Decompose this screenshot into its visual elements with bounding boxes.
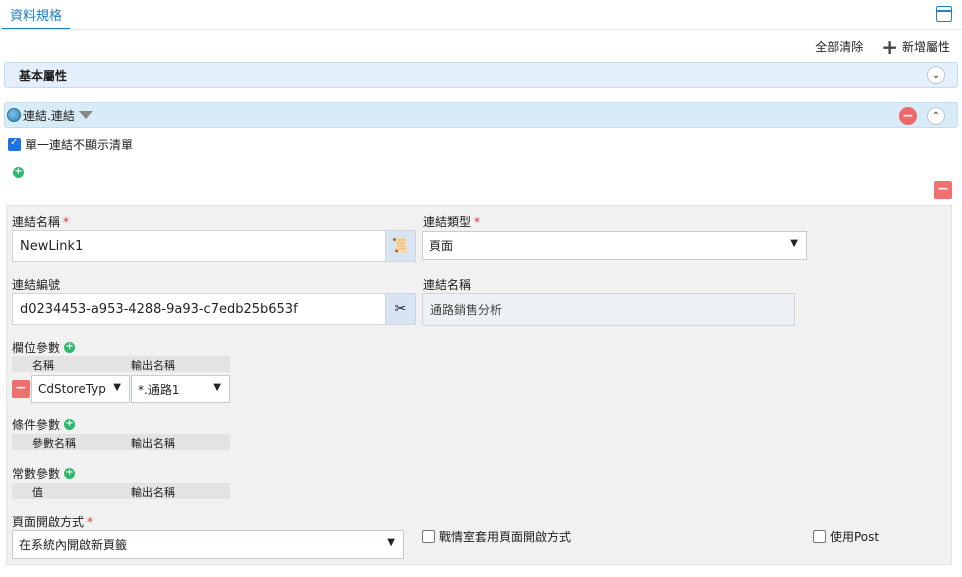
link-type-select[interactable]: 頁面 ▼ <box>422 231 807 260</box>
field-param-output-select[interactable]: *.通路1 ▼ <box>131 375 230 403</box>
add-link-icon[interactable]: + <box>13 167 24 178</box>
field-param-name-select[interactable]: CdStoreTyp ▼ <box>31 375 130 403</box>
caret-down-icon: ▼ <box>790 238 798 249</box>
link-name-value: NewLink1 <box>20 238 84 254</box>
constant-params-label: 常數參數 <box>12 467 61 481</box>
use-post-checkbox[interactable] <box>813 530 826 543</box>
use-post-option[interactable]: 使用Post <box>813 528 879 545</box>
remove-field-param-button[interactable]: − <box>12 380 30 398</box>
condition-params-col-output: 輸出名稱 <box>131 437 175 450</box>
field-params-col-name: 名稱 <box>32 359 54 372</box>
globe-icon <box>7 108 21 122</box>
chevron-up-icon[interactable]: ⌃ <box>927 107 945 125</box>
link-name-input[interactable]: NewLink1 📜 <box>12 230 416 262</box>
toolbar: 全部清除 + 新增屬性 <box>815 34 950 59</box>
add-property-label: 新增屬性 <box>901 40 950 54</box>
clear-all-label: 全部清除 <box>815 40 864 54</box>
war-room-label: 戰情室套用頁面開啟方式 <box>439 530 572 544</box>
single-link-label: 單一連結不顯示清單 <box>25 138 134 152</box>
plus-icon: + <box>881 34 898 59</box>
caret-down-icon: ▼ <box>387 537 395 548</box>
remove-link-button[interactable]: − <box>934 181 952 199</box>
single-link-option[interactable]: 單一連結不顯示清單 <box>8 136 133 153</box>
link-id-label: 連結編號 <box>12 278 61 292</box>
caret-down-icon: ▼ <box>213 382 221 393</box>
section-basic-title: 基本屬性 <box>19 68 68 83</box>
caret-down-icon: ▼ <box>113 382 121 393</box>
link-name-display-value: 通路銷售分析 <box>430 303 503 317</box>
condition-params-label-wrap: 條件參數 + <box>12 416 76 433</box>
link-name-display-label: 連結名稱 <box>423 278 472 292</box>
use-post-label: 使用Post <box>830 530 880 544</box>
section-basic-properties[interactable]: 基本屬性 ⌄ <box>4 62 958 88</box>
link-id-value: d0234453-a953-4288-9a93-c7edb25b653f <box>20 301 298 317</box>
field-params-header: 名稱 輸出名稱 <box>12 356 230 372</box>
constant-params-col-value: 值 <box>32 486 43 499</box>
add-constant-param-icon[interactable]: + <box>64 468 76 479</box>
dropdown-triangle-icon[interactable] <box>78 111 93 119</box>
condition-params-col-param: 參數名稱 <box>32 437 76 450</box>
add-property-button[interactable]: + 新增屬性 <box>881 34 950 59</box>
add-field-param-icon[interactable]: + <box>64 342 76 353</box>
clear-all-button[interactable]: 全部清除 <box>815 38 863 55</box>
tools-icon[interactable]: ✂ <box>385 294 415 324</box>
field-params-col-output: 輸出名稱 <box>131 359 175 372</box>
condition-params-header: 參數名稱 輸出名稱 <box>12 434 230 450</box>
condition-params-label: 條件參數 <box>12 418 61 432</box>
constant-params-label-wrap: 常數參數 + <box>12 465 76 482</box>
script-icon[interactable]: 📜 <box>385 231 415 261</box>
link-name-display-field: 通路銷售分析 <box>422 293 795 326</box>
field-params-label: 欄位參數 <box>12 341 61 355</box>
window-icon[interactable] <box>936 6 952 22</box>
page-open-mode-label: 頁面開啟方式 * <box>12 515 94 529</box>
tab-divider <box>0 29 962 30</box>
section-link[interactable]: 連結.連結 − ⌃ <box>4 102 958 128</box>
field-params-label-wrap: 欄位參數 + <box>12 339 76 356</box>
constant-params-header: 值 輸出名稱 <box>12 483 230 499</box>
link-type-value: 頁面 <box>429 239 454 253</box>
chevron-down-icon[interactable]: ⌄ <box>927 66 945 84</box>
page-open-mode-select[interactable]: 在系統內開啟新頁籤 ▼ <box>12 530 404 559</box>
constant-params-col-output: 輸出名稱 <box>131 486 175 499</box>
link-name-label: 連結名稱 * <box>12 215 70 229</box>
link-type-label: 連結類型 * <box>423 215 481 229</box>
add-condition-param-icon[interactable]: + <box>64 419 76 430</box>
field-param-output-value: *.通路1 <box>138 382 180 397</box>
field-param-name-value: CdStoreTyp <box>38 382 106 396</box>
page-open-mode-value: 在系統內開啟新頁籤 <box>19 538 128 552</box>
section-link-title-wrap: 連結.連結 <box>7 107 93 124</box>
section-link-title: 連結.連結 <box>23 108 75 123</box>
tab-data-spec[interactable]: 資料規格 <box>2 0 71 30</box>
single-link-checkbox[interactable] <box>8 137 21 151</box>
war-room-option[interactable]: 戰情室套用頁面開啟方式 <box>422 528 571 545</box>
link-id-input[interactable]: d0234453-a953-4288-9a93-c7edb25b653f ✂ <box>12 293 416 325</box>
remove-section-button[interactable]: − <box>899 107 917 125</box>
war-room-checkbox[interactable] <box>422 530 435 543</box>
